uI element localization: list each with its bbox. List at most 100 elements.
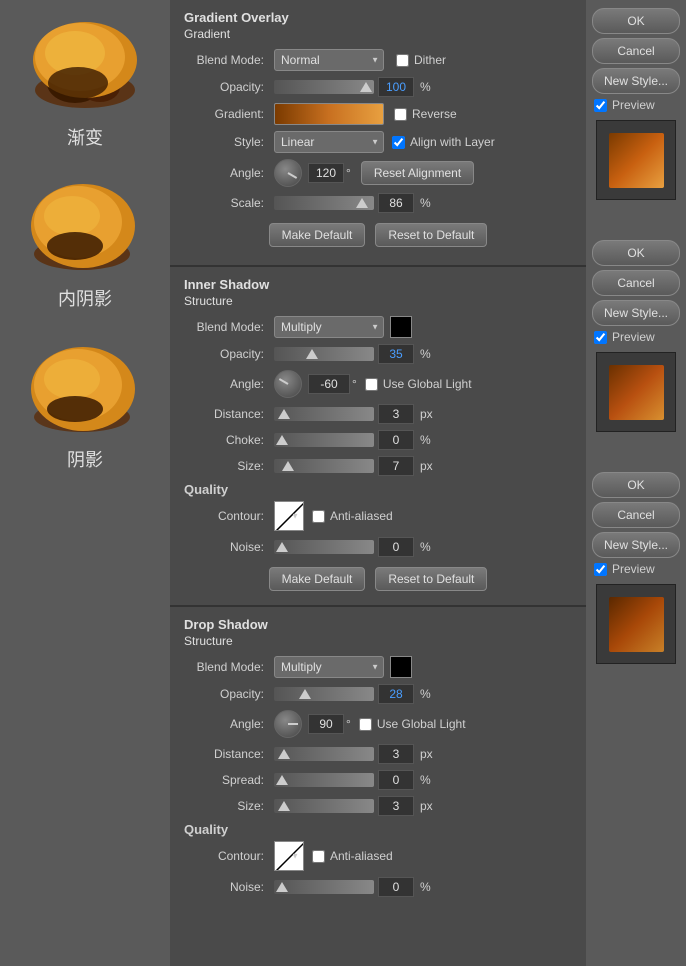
preview-checkbox-2[interactable]: [594, 331, 607, 344]
cancel-btn-1[interactable]: Cancel: [592, 38, 680, 64]
preview-checkbox-1[interactable]: [594, 99, 607, 112]
drop-size-label: Size:: [184, 799, 274, 813]
ok-btn-2[interactable]: OK: [592, 240, 680, 266]
inner-choke-value[interactable]: 0: [378, 430, 414, 450]
inner-choke-thumb[interactable]: [276, 435, 288, 445]
drop-contour-preview[interactable]: [274, 841, 304, 871]
drop-spread-row: Spread: 0 %: [184, 770, 572, 790]
gradient-angle-dial[interactable]: [274, 159, 302, 187]
cancel-btn-3[interactable]: Cancel: [592, 502, 680, 528]
gradient-blend-mode-select-wrapper[interactable]: Normal: [274, 49, 384, 71]
gradient-swatch[interactable]: [274, 103, 384, 125]
gradient-style-select-wrapper[interactable]: Linear: [274, 131, 384, 153]
drop-angle-value[interactable]: 90: [308, 714, 344, 734]
drop-angle-row: Angle: 90 ° Use Global Light: [184, 710, 572, 738]
drop-shadow-subtitle: Structure: [184, 634, 572, 648]
inner-angle-value[interactable]: -60: [308, 374, 350, 394]
drop-distance-track[interactable]: [274, 747, 374, 761]
drop-opacity-unit: %: [420, 687, 431, 701]
new-style-btn-3[interactable]: New Style...: [592, 532, 680, 558]
inner-noise-value[interactable]: 0: [378, 537, 414, 557]
inner-anti-alias-checkbox[interactable]: [312, 510, 325, 523]
preview-bg-2: [596, 352, 676, 432]
drop-noise-thumb[interactable]: [276, 882, 288, 892]
drop-contour-select-wrapper[interactable]: [274, 841, 304, 871]
new-style-btn-1[interactable]: New Style...: [592, 68, 680, 94]
inner-color-swatch[interactable]: [390, 316, 412, 338]
inner-angle-dial-line: [279, 378, 289, 385]
drop-color-swatch[interactable]: [390, 656, 412, 678]
drop-spread-value[interactable]: 0: [378, 770, 414, 790]
preview-checkbox-3[interactable]: [594, 563, 607, 576]
drop-size-value[interactable]: 3: [378, 796, 414, 816]
inner-opacity-value[interactable]: 35: [378, 344, 414, 364]
drop-size-row: Size: 3 px: [184, 796, 572, 816]
drop-opacity-thumb[interactable]: [299, 689, 311, 699]
drop-distance-thumb[interactable]: [278, 749, 290, 759]
gradient-opacity-track[interactable]: [274, 80, 374, 94]
drop-size-track[interactable]: [274, 799, 374, 813]
inner-global-light-checkbox[interactable]: [365, 378, 378, 391]
inner-angle-dial[interactable]: [274, 370, 302, 398]
gradient-style-select[interactable]: Linear: [274, 131, 384, 153]
inner-opacity-thumb[interactable]: [306, 349, 318, 359]
drop-spread-thumb[interactable]: [276, 775, 288, 785]
inner-opacity-track[interactable]: [274, 347, 374, 361]
inner-noise-track[interactable]: [274, 540, 374, 554]
drop-noise-value[interactable]: 0: [378, 877, 414, 897]
gradient-scale-track[interactable]: [274, 196, 374, 210]
ok-btn-1[interactable]: OK: [592, 8, 680, 34]
drop-blend-mode-select-wrapper[interactable]: Multiply: [274, 656, 384, 678]
drop-distance-value[interactable]: 3: [378, 744, 414, 764]
ok-btn-3[interactable]: OK: [592, 472, 680, 498]
cancel-btn-2[interactable]: Cancel: [592, 270, 680, 296]
inner-choke-unit: %: [420, 433, 431, 447]
gradient-scale-thumb[interactable]: [356, 198, 368, 208]
inner-size-track[interactable]: [274, 459, 374, 473]
inner-size-value[interactable]: 7: [378, 456, 414, 476]
reverse-checkbox[interactable]: [394, 108, 407, 121]
gradient-make-default-btn[interactable]: Make Default: [269, 223, 366, 247]
gradient-reset-btn[interactable]: Reset to Default: [375, 223, 487, 247]
preview-square-1: [609, 133, 664, 188]
inner-blend-mode-select-wrapper[interactable]: Multiply: [274, 316, 384, 338]
gradient-opacity-value[interactable]: 100: [378, 77, 414, 97]
right-btn-group-2: OK Cancel New Style... Preview: [586, 232, 686, 444]
drop-noise-track[interactable]: [274, 880, 374, 894]
drop-anti-alias-checkbox[interactable]: [312, 850, 325, 863]
inner-reset-btn[interactable]: Reset to Default: [375, 567, 487, 591]
inner-contour-row: Contour: Anti-aliased: [184, 501, 572, 531]
inner-shadow-subtitle: Structure: [184, 294, 572, 308]
gradient-opacity-thumb[interactable]: [360, 82, 372, 92]
gradient-angle-value[interactable]: 120: [308, 163, 344, 183]
inner-distance-track[interactable]: [274, 407, 374, 421]
gradient-blend-mode-select[interactable]: Normal: [274, 49, 384, 71]
inner-blend-mode-select[interactable]: Multiply: [274, 316, 384, 338]
inner-contour-select-wrapper[interactable]: [274, 501, 304, 531]
dither-checkbox[interactable]: [396, 54, 409, 67]
inner-distance-value[interactable]: 3: [378, 404, 414, 424]
preview-square-2: [609, 365, 664, 420]
drop-size-thumb[interactable]: [278, 801, 290, 811]
align-checkbox[interactable]: [392, 136, 405, 149]
drop-blend-mode-select[interactable]: Multiply: [274, 656, 384, 678]
inner-noise-row: Noise: 0 %: [184, 537, 572, 557]
inner-contour-preview[interactable]: [274, 501, 304, 531]
drop-opacity-track[interactable]: [274, 687, 374, 701]
inner-make-default-btn[interactable]: Make Default: [269, 567, 366, 591]
drop-global-light-checkbox[interactable]: [359, 718, 372, 731]
align-label: Align with Layer: [410, 135, 495, 149]
drop-opacity-value[interactable]: 28: [378, 684, 414, 704]
inner-distance-thumb[interactable]: [278, 409, 290, 419]
drop-angle-dial[interactable]: [274, 710, 302, 738]
reset-alignment-btn[interactable]: Reset Alignment: [361, 161, 474, 185]
inner-choke-track[interactable]: [274, 433, 374, 447]
inner-noise-thumb[interactable]: [276, 542, 288, 552]
drop-opacity-row: Opacity: 28 %: [184, 684, 572, 704]
new-style-btn-2[interactable]: New Style...: [592, 300, 680, 326]
gradient-scale-value[interactable]: 86: [378, 193, 414, 213]
inner-size-thumb[interactable]: [282, 461, 294, 471]
preview-row-2: Preview: [594, 330, 680, 344]
right-btn-group-3: OK Cancel New Style... Preview: [586, 464, 686, 676]
drop-spread-track[interactable]: [274, 773, 374, 787]
